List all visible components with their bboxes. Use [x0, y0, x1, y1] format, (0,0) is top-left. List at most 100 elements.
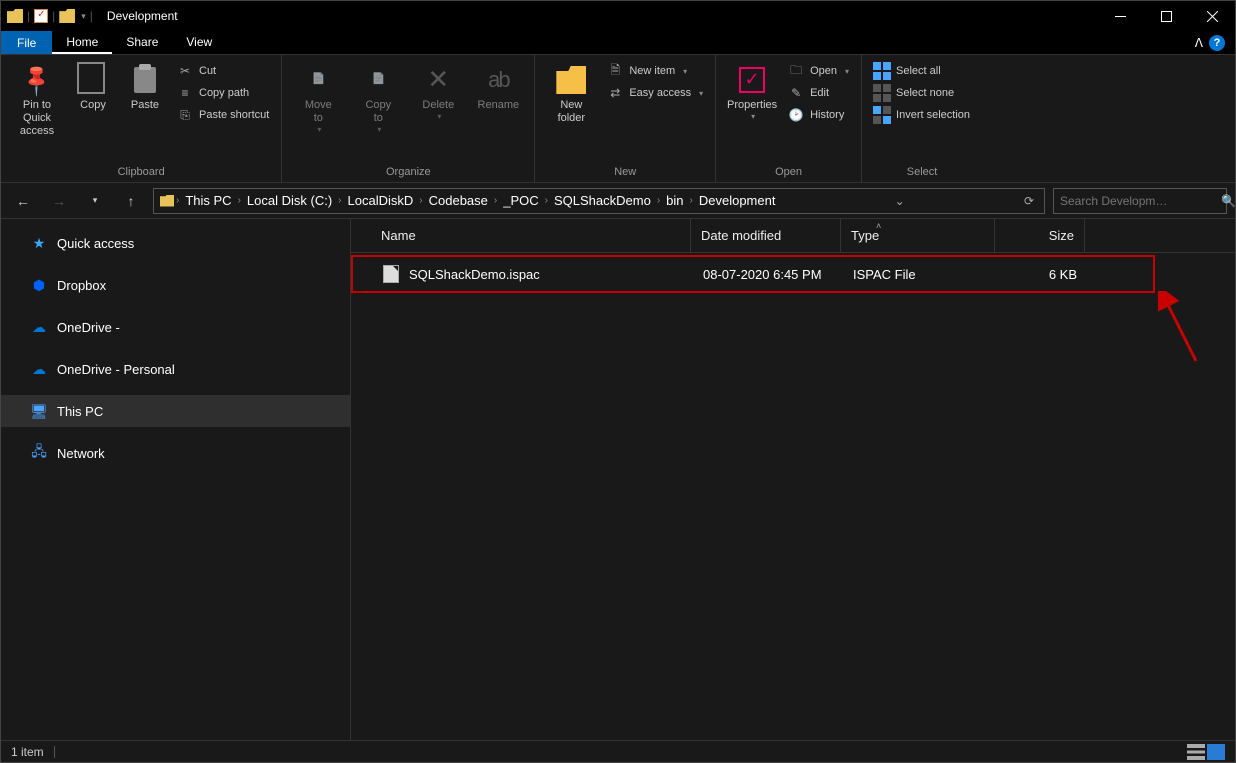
file-name: SQLShackDemo.ispac [409, 267, 540, 282]
new-item-button[interactable]: 🗎New item▾ [603, 61, 707, 81]
thumbnails-view-button[interactable] [1207, 744, 1225, 760]
nav-onedrive-work[interactable]: ☁OneDrive - [1, 311, 350, 343]
chevron-right-icon[interactable]: › [238, 195, 241, 206]
refresh-button[interactable]: ⟳ [1020, 194, 1038, 208]
address-toolbar: ← → ▾ ↑ › This PC› Local Disk (C:)› Loca… [1, 183, 1235, 219]
invert-selection-button[interactable]: Invert selection [870, 105, 974, 125]
chevron-right-icon[interactable]: › [657, 195, 660, 206]
nav-network[interactable]: 🖧Network [1, 437, 350, 469]
address-bar[interactable]: › This PC› Local Disk (C:)› LocalDiskD› … [153, 188, 1045, 214]
tab-file[interactable]: File [1, 31, 52, 54]
crumb[interactable]: LocalDiskD [344, 193, 418, 208]
chevron-right-icon[interactable]: › [545, 195, 548, 206]
open-button[interactable]: 🗀Open▾ [784, 61, 853, 81]
easy-access-button[interactable]: ⇄Easy access▾ [603, 83, 707, 103]
invert-selection-icon [874, 107, 890, 123]
col-name[interactable]: Name [371, 219, 691, 252]
crumb[interactable]: This PC [181, 193, 235, 208]
nav-this-pc[interactable]: 🖥This PC [1, 395, 350, 427]
chevron-right-icon[interactable]: › [176, 195, 179, 206]
rename-button[interactable]: abRename [470, 61, 526, 116]
search-box[interactable]: 🔍 [1053, 188, 1227, 214]
rename-icon: ab [483, 65, 513, 95]
maximize-button[interactable] [1143, 1, 1189, 31]
chevron-right-icon[interactable]: › [690, 195, 693, 206]
qat-separator: | [90, 9, 93, 23]
crumb[interactable]: bin [662, 193, 687, 208]
search-icon: 🔍 [1221, 194, 1236, 208]
folder-icon [556, 65, 586, 95]
group-label: Clipboard [1, 164, 281, 182]
nav-dropbox[interactable]: ⬢Dropbox [1, 269, 350, 301]
tab-share[interactable]: Share [112, 31, 172, 54]
close-button[interactable] [1189, 1, 1235, 31]
help-icon[interactable]: ? [1209, 35, 1225, 51]
copy-button[interactable]: Copy [69, 61, 117, 116]
nav-onedrive-personal[interactable]: ☁OneDrive - Personal [1, 353, 350, 385]
crumb[interactable]: SQLShackDemo [550, 193, 655, 208]
new-folder-button[interactable]: New folder [543, 61, 599, 129]
easy-access-icon: ⇄ [607, 85, 623, 101]
col-type[interactable]: Type [841, 219, 995, 252]
crumb[interactable]: _POC [499, 193, 542, 208]
qat-item[interactable]: ✓ [34, 9, 48, 23]
dropbox-icon: ⬢ [31, 277, 47, 293]
status-separator [54, 746, 55, 758]
addr-dropdown-icon[interactable]: ⌄ [891, 194, 909, 208]
file-type: ISPAC File [843, 267, 997, 282]
select-all-icon [874, 63, 890, 79]
properties-button[interactable]: Properties▾ [724, 61, 780, 126]
nav-quick-access[interactable]: ★Quick access [1, 227, 350, 259]
computer-icon: 🖥 [31, 403, 47, 419]
pin-quick-access-button[interactable]: 📌Pin to Quick access [9, 61, 65, 143]
crumb[interactable]: Development [695, 193, 780, 208]
new-item-icon: 🗎 [607, 63, 623, 79]
paste-button[interactable]: Paste [121, 61, 169, 116]
file-date: 08-07-2020 6:45 PM [693, 267, 843, 282]
group-select: Select all Select none Invert selection … [862, 55, 982, 182]
col-date-modified[interactable]: Date modified [691, 219, 841, 252]
crumb[interactable]: Codebase [425, 193, 492, 208]
chevron-right-icon[interactable]: › [494, 195, 497, 206]
delete-button[interactable]: ✕Delete▾ [410, 61, 466, 126]
column-headers: Name Date modified Type Size [351, 219, 1235, 253]
select-none-button[interactable]: Select none [870, 83, 974, 103]
chevron-right-icon[interactable]: › [338, 195, 341, 206]
copy-path-button[interactable]: ≡Copy path [173, 83, 273, 103]
tab-home[interactable]: Home [52, 31, 112, 54]
search-input[interactable] [1060, 194, 1215, 208]
collapse-ribbon-icon[interactable]: ᐱ [1195, 36, 1203, 50]
select-all-button[interactable]: Select all [870, 61, 974, 81]
tab-view[interactable]: View [172, 31, 226, 54]
status-bar: 1 item [1, 740, 1235, 762]
addr-folder-icon [160, 195, 174, 207]
delete-icon: ✕ [423, 65, 453, 95]
crumb[interactable]: Local Disk (C:) [243, 193, 336, 208]
pin-icon: 📌 [16, 59, 58, 101]
copy-to-button[interactable]: 📄Copy to▾ [350, 61, 406, 139]
history-button[interactable]: 🕑History [784, 105, 853, 125]
col-size[interactable]: Size [995, 219, 1085, 252]
cut-button[interactable]: ✂Cut [173, 61, 273, 81]
group-new: New folder 🗎New item▾ ⇄Easy access▾ New [535, 55, 716, 182]
back-button[interactable]: ← [9, 187, 37, 215]
recent-locations-button[interactable]: ▾ [81, 187, 109, 215]
window-title: Development [107, 9, 178, 23]
minimize-button[interactable] [1097, 1, 1143, 31]
edit-button[interactable]: ✎Edit [784, 83, 853, 103]
history-icon: 🕑 [788, 107, 804, 123]
paste-shortcut-button[interactable]: ⎘Paste shortcut [173, 105, 273, 125]
group-clipboard: 📌Pin to Quick access Copy Paste ✂Cut ≡Co… [1, 55, 282, 182]
move-to-button[interactable]: 📄Move to▾ [290, 61, 346, 139]
chevron-right-icon[interactable]: › [419, 195, 422, 206]
star-icon: ★ [31, 235, 47, 251]
group-label: New [535, 164, 715, 182]
qat-folder-icon[interactable] [59, 9, 75, 23]
file-icon [383, 265, 399, 283]
up-button[interactable]: ↑ [117, 187, 145, 215]
item-count: 1 item [11, 745, 44, 759]
qat-dropdown-icon[interactable]: ▾ [81, 11, 86, 22]
details-view-button[interactable] [1187, 744, 1205, 760]
forward-button[interactable]: → [45, 187, 73, 215]
file-row[interactable]: SQLShackDemo.ispac 08-07-2020 6:45 PM IS… [351, 255, 1155, 293]
